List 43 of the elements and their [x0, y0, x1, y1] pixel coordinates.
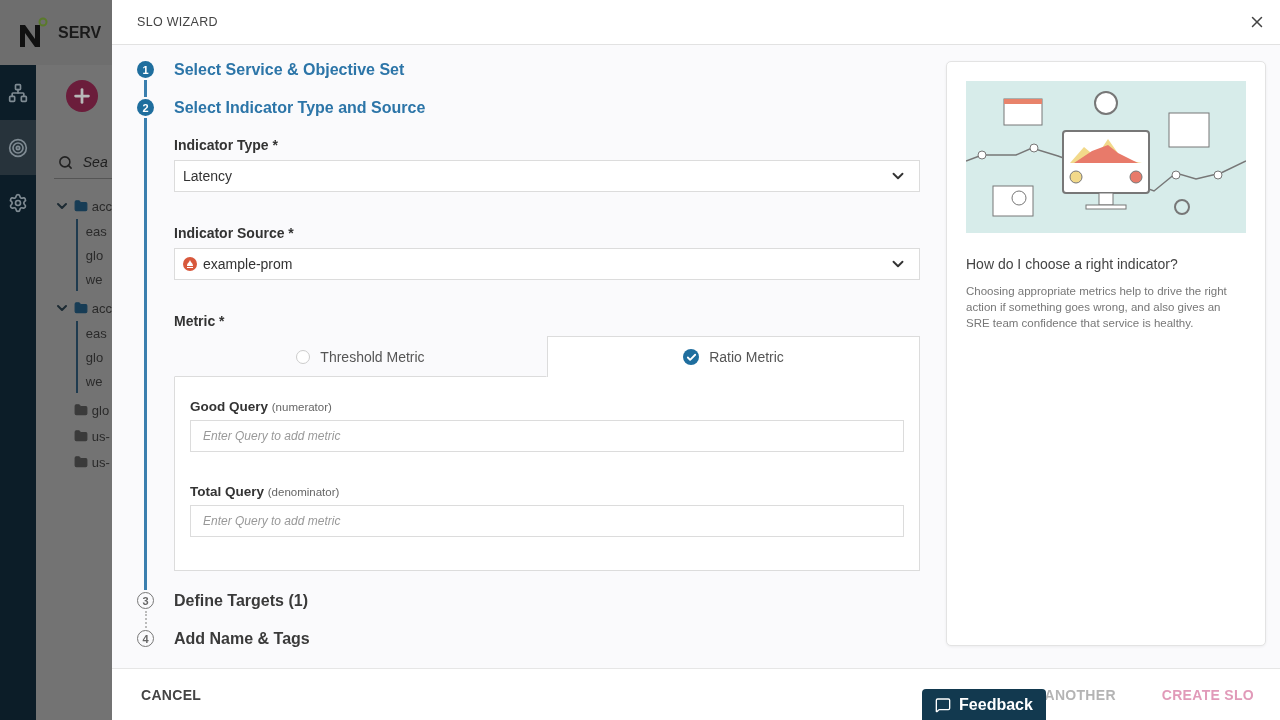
- add-button[interactable]: [65, 80, 98, 112]
- tree-item[interactable]: we: [85, 373, 103, 389]
- settings-icon: [7, 192, 28, 213]
- tree-item[interactable]: eas: [85, 325, 107, 341]
- field-label: Indicator Type *: [174, 137, 279, 154]
- metric-tab[interactable]: Ratio Metric: [547, 336, 920, 378]
- chat-icon: [935, 696, 952, 713]
- field-label: Metric *: [174, 313, 226, 330]
- tree-item[interactable]: eas: [85, 223, 107, 239]
- target-icon: [7, 137, 28, 158]
- radio-icon: [296, 349, 311, 364]
- cancel-button[interactable]: CANCEL: [141, 680, 202, 709]
- tree-item[interactable]: we: [85, 271, 103, 287]
- step-number: 1: [137, 61, 154, 79]
- step-title[interactable]: Select Indicator Type and Source: [174, 99, 920, 117]
- query-input[interactable]: Enter Query to add metric: [190, 420, 904, 453]
- search-icon: [57, 154, 73, 170]
- indicator-type-select[interactable]: Latency: [174, 160, 920, 193]
- indicator-source-select[interactable]: example-prom: [174, 248, 920, 281]
- query-input[interactable]: Enter Query to add metric: [190, 505, 904, 538]
- query-label: Good Query (numerator): [190, 399, 333, 415]
- network-icon: [7, 82, 28, 103]
- tree-item[interactable]: glo: [85, 247, 104, 263]
- tree-item[interactable]: glo: [91, 402, 110, 418]
- tree-item[interactable]: acc: [91, 300, 112, 316]
- tree-item[interactable]: us-: [91, 428, 110, 444]
- tree-item[interactable]: glo: [85, 349, 104, 365]
- wizard-title: SLO WIZARD: [137, 15, 218, 30]
- field-label: Indicator Source *: [174, 225, 295, 242]
- query-label: Total Query (denominator): [190, 484, 341, 500]
- tree-item[interactable]: us-: [91, 454, 110, 470]
- step-title[interactable]: Select Service & Objective Set: [174, 61, 920, 79]
- step-title[interactable]: Add Name & Tags: [174, 630, 920, 648]
- logo-icon: [18, 16, 48, 49]
- checked-radio-icon: [683, 349, 700, 366]
- step-number: 2: [137, 99, 154, 117]
- help-text: Choosing appropriate metrics help to drive the right action if something goes wrong, and also gives an SRE team confidence that service is healthy.: [966, 284, 1228, 332]
- tree-item[interactable]: acc: [91, 198, 112, 214]
- feedback-button[interactable]: Feedback: [922, 689, 1046, 720]
- app-title: SERV: [58, 23, 102, 42]
- step-title[interactable]: Define Targets (1): [174, 592, 920, 610]
- help-title: How do I choose a right indicator?: [966, 256, 1179, 273]
- nav-item[interactable]: [0, 120, 36, 175]
